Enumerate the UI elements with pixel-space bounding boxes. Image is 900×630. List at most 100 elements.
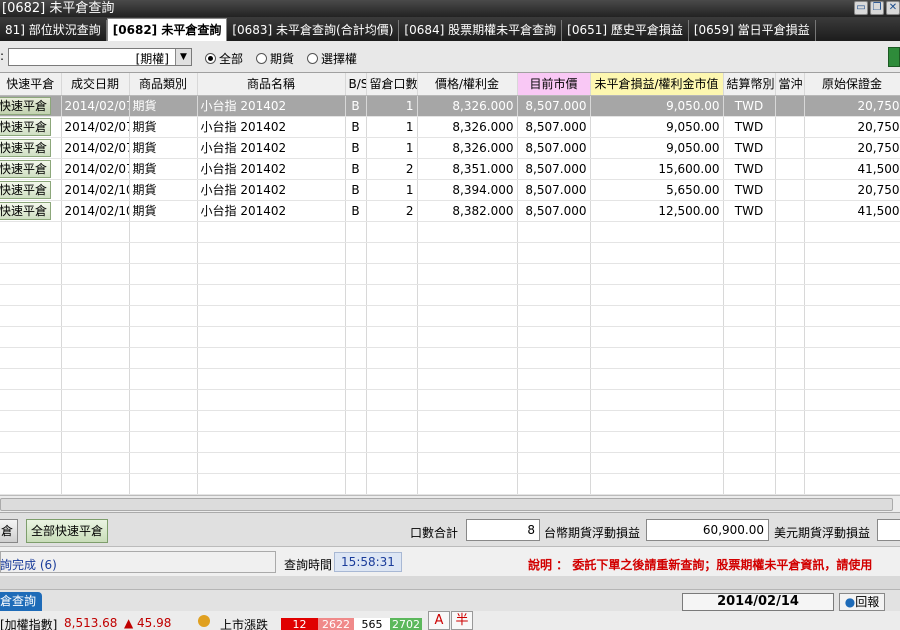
cell-bs: B	[345, 200, 367, 222]
lots-total-label: 口數合計	[410, 526, 459, 540]
col-market-price[interactable]: 目前市價	[517, 73, 591, 96]
letter-a-button[interactable]: A	[428, 611, 450, 630]
cell-name: 小台指 201402	[197, 137, 346, 159]
radio-all-label: 全部	[219, 52, 244, 66]
table-row[interactable]: 快速平倉 2014/02/07 期貨 小台指 201402 B 2 8,351.…	[0, 158, 900, 180]
cell-type: 期貨	[129, 179, 198, 201]
twd-float-label: 台幣期貨浮動損益	[544, 526, 641, 540]
alert-dot-icon[interactable]	[198, 615, 210, 627]
tab-historical-pnl[interactable]: [0651] 歷史平倉損益	[562, 20, 689, 41]
quick-close-button[interactable]: 快速平倉	[0, 117, 52, 136]
radio-futures-label: 期貨	[270, 52, 295, 66]
empty-row	[0, 221, 900, 243]
query-tab-button[interactable]: 倉查詢	[0, 592, 43, 611]
cell-name: 小台指 201402	[197, 95, 346, 117]
cell-price: 8,382.000	[417, 200, 518, 222]
cell-market: 8,507.000	[517, 158, 591, 180]
close-all-button[interactable]: 全部快速平倉	[26, 519, 109, 543]
positions-table: 快速平倉 成交日期 商品類別 商品名稱 B/S 留倉口數 價格/權利金 目前市價…	[0, 73, 900, 495]
empty-row	[0, 305, 900, 327]
up-count: 2622	[318, 618, 354, 630]
tab-daily-closed-pnl[interactable]: [0659] 當日平倉損益	[689, 20, 816, 41]
radio-all[interactable]: 全部	[205, 50, 243, 67]
table-row[interactable]: 快速平倉 2014/02/07 期貨 小台指 201402 B 1 8,326.…	[0, 137, 900, 159]
col-quick-close[interactable]: 快速平倉	[0, 73, 62, 96]
radio-futures[interactable]: 期貨	[256, 50, 294, 67]
cell-lots: 1	[366, 116, 418, 138]
cell-margin: 41,500	[804, 158, 900, 180]
tab-stock-options-open[interactable]: [0684] 股票期權未平倉查詢	[399, 20, 563, 41]
radio-options-label: 選擇權	[321, 52, 358, 66]
chevron-down-icon[interactable]: ▼	[175, 49, 191, 65]
instruction-note: 說明 ： 委託下單之後請重新查詢；股票期權未平倉資訊，請使用	[528, 558, 873, 572]
cell-pnl: 12,500.00	[590, 200, 724, 222]
col-product-type[interactable]: 商品類別	[129, 73, 198, 96]
table-row[interactable]: 快速平倉 2014/02/07 期貨 小台指 201402 B 1 8,326.…	[0, 116, 900, 138]
query-result-text: 詢完成 (6)	[0, 558, 57, 572]
cell-lots: 1	[366, 179, 418, 201]
empty-row	[0, 347, 900, 369]
radio-options[interactable]: 選擇權	[307, 50, 357, 67]
cell-currency: TWD	[723, 137, 776, 159]
cell-price: 8,326.000	[417, 116, 518, 138]
product-select-value: [期權]	[135, 52, 169, 66]
col-buy-sell[interactable]: B/S	[345, 73, 367, 96]
col-currency[interactable]: 結算幣別	[723, 73, 776, 96]
table-row[interactable]: 快速平倉 2014/02/10 期貨 小台指 201402 B 2 8,382.…	[0, 200, 900, 222]
window-title: [0682] 未平倉查詢	[2, 1, 115, 16]
col-initial-margin[interactable]: 原始保證金	[804, 73, 900, 96]
table-row[interactable]: 快速平倉 2014/02/10 期貨 小台指 201402 B 1 8,394.…	[0, 179, 900, 201]
cell-lots: 1	[366, 137, 418, 159]
col-day-trade[interactable]: 當沖	[775, 73, 805, 96]
half-width-button[interactable]: 半	[451, 611, 473, 630]
cell-bs: B	[345, 95, 367, 117]
col-price[interactable]: 價格/權利金	[417, 73, 518, 96]
col-trade-date[interactable]: 成交日期	[61, 73, 130, 96]
cell-currency: TWD	[723, 179, 776, 201]
col-open-lots[interactable]: 留倉口數	[366, 73, 418, 96]
empty-row	[0, 389, 900, 411]
minimize-icon[interactable]: ▭	[854, 1, 868, 15]
table-header-row: 快速平倉 成交日期 商品類別 商品名稱 B/S 留倉口數 價格/權利金 目前市價…	[0, 73, 900, 96]
cell-bs: B	[345, 116, 367, 138]
restore-icon[interactable]: ❐	[870, 1, 884, 15]
quick-close-button[interactable]: 快速平倉	[0, 96, 52, 115]
cell-date: 2014/02/07	[61, 116, 130, 138]
report-back-button[interactable]: ●回報	[839, 593, 885, 611]
status-bar: 詢完成 (6) 查詢時間 15:58:31 說明 ： 委託下單之後請重新查詢；股…	[0, 546, 900, 576]
quick-close-button[interactable]: 快速平倉	[0, 180, 52, 199]
cell-name: 小台指 201402	[197, 179, 346, 201]
table-row[interactable]: 快速平倉 2014/02/07 期貨 小台指 201402 B 1 8,326.…	[0, 95, 900, 117]
tab-position-status[interactable]: 81] 部位狀況查詢	[0, 20, 107, 41]
product-select[interactable]: [期權] ▼	[8, 48, 192, 66]
flat-count: 565	[354, 618, 390, 630]
horizontal-scrollbar[interactable]	[0, 495, 900, 512]
empty-row	[0, 368, 900, 390]
cell-pnl: 9,050.00	[590, 137, 724, 159]
col-unrealized-pnl[interactable]: 未平倉損益/權利金市值	[590, 73, 724, 96]
twd-float-field: 60,900.00	[646, 519, 769, 541]
cell-daytrade	[775, 137, 805, 159]
scrollbar-thumb[interactable]	[0, 498, 893, 511]
cell-type: 期貨	[129, 137, 198, 159]
tab-open-positions[interactable]: [0682] 未平倉查詢	[106, 18, 228, 41]
quick-close-button[interactable]: 快速平倉	[0, 138, 52, 157]
close-position-button[interactable]: 倉	[0, 519, 19, 543]
quick-close-button[interactable]: 快速平倉	[0, 159, 52, 178]
cell-type: 期貨	[129, 95, 198, 117]
close-icon[interactable]: ✕	[886, 1, 900, 15]
quick-close-button[interactable]: 快速平倉	[0, 201, 52, 220]
index-change: ▲ 45.98	[124, 616, 172, 630]
cell-bs: B	[345, 158, 367, 180]
filter-bar: : [期權] ▼ 全部 期貨 選擇權	[0, 41, 900, 73]
window-titlebar: [0682] 未平倉查詢 ▭ ❐ ✕	[0, 0, 900, 17]
radio-dot-icon	[256, 53, 267, 64]
tab-bar: 81] 部位狀況查詢 [0682] 未平倉查詢 [0683] 未平倉查詢(合計均…	[0, 17, 900, 41]
export-excel-icon[interactable]	[888, 47, 900, 67]
report-back-label: 回報	[855, 595, 880, 609]
empty-row	[0, 326, 900, 348]
cell-type: 期貨	[129, 200, 198, 222]
col-product-name[interactable]: 商品名稱	[197, 73, 346, 96]
query-time-label: 查詢時間	[284, 558, 333, 572]
tab-open-positions-avg[interactable]: [0683] 未平倉查詢(合計均價)	[227, 20, 400, 41]
